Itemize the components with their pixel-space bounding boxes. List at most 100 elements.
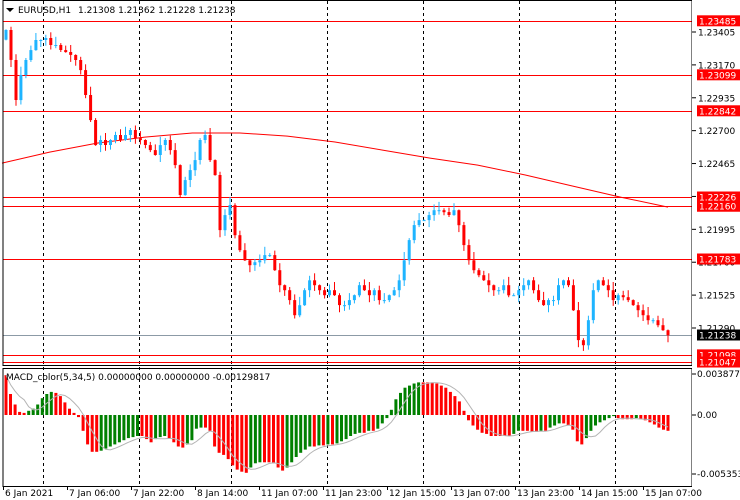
candle-body bbox=[148, 145, 152, 151]
candle-body bbox=[273, 255, 277, 271]
horizontal-levels[interactable] bbox=[3, 21, 692, 363]
candle-body bbox=[308, 280, 312, 291]
dropdown-triangle-icon[interactable] bbox=[6, 8, 14, 12]
macd-bar bbox=[607, 415, 611, 419]
candle-body bbox=[4, 30, 8, 40]
candle-body bbox=[616, 295, 620, 301]
candle-body bbox=[293, 300, 297, 316]
candle-body bbox=[606, 285, 610, 291]
macd-bar bbox=[453, 396, 457, 415]
candle-body bbox=[258, 260, 262, 263]
price-level-tag-label: 1.22842 bbox=[699, 107, 736, 117]
candle-body bbox=[303, 290, 307, 306]
price-level-tag-label: 1.21783 bbox=[699, 255, 736, 265]
macd-bar bbox=[317, 415, 321, 446]
time-tick-label: 11 Jan 23:00 bbox=[325, 489, 382, 499]
candle-body bbox=[128, 130, 132, 135]
candle-body bbox=[482, 275, 486, 281]
macd-tick-label: 0.0038777 bbox=[697, 370, 740, 380]
candle-body bbox=[178, 165, 182, 195]
macd-bar bbox=[544, 415, 548, 431]
macd-bar bbox=[321, 415, 325, 446]
macd-bar bbox=[299, 415, 303, 453]
candle-body bbox=[34, 40, 38, 51]
time-axis[interactable]: 6 Jan 2021 7 Jan 06:00 7 Jan 22:00 8 Jan 14… bbox=[3, 486, 703, 499]
macd-bar bbox=[557, 415, 561, 424]
candle-body bbox=[298, 305, 302, 316]
macd-bar bbox=[652, 415, 656, 425]
macd-title: MACD_color(5,34,5) 0.00000000 0.00000000… bbox=[6, 373, 270, 383]
candle-body bbox=[512, 295, 516, 297]
candle-body bbox=[586, 320, 590, 346]
price-tick-label: 1.22935 bbox=[698, 94, 735, 104]
macd-tick-label: -0.005353 bbox=[697, 470, 740, 480]
candle-body bbox=[158, 145, 162, 155]
macd-bar bbox=[204, 415, 207, 428]
price-axis[interactable]: 1.234051.231701.229351.227001.224651.222… bbox=[692, 0, 740, 500]
candle-body bbox=[69, 52, 73, 55]
macd-bar bbox=[294, 415, 298, 457]
macd-bar bbox=[525, 415, 529, 431]
macd-bar bbox=[512, 415, 516, 434]
candle-body bbox=[99, 140, 103, 145]
macd-bar bbox=[344, 415, 348, 440]
macd-bar bbox=[616, 415, 620, 419]
macd-bar bbox=[335, 415, 339, 444]
candle-body bbox=[457, 210, 461, 226]
macd-bar bbox=[95, 415, 99, 452]
candle-body bbox=[163, 140, 167, 145]
macd-bar bbox=[22, 412, 26, 415]
candle-body bbox=[198, 140, 202, 160]
candle-body bbox=[114, 135, 117, 140]
macd-bar bbox=[662, 415, 665, 430]
candle-body bbox=[54, 45, 58, 46]
candle-body bbox=[656, 320, 660, 326]
macd-bar bbox=[530, 415, 534, 432]
macd-bar bbox=[312, 415, 316, 447]
macd-bar bbox=[217, 415, 221, 453]
candle-body bbox=[412, 225, 416, 241]
time-tick-label: 12 Jan 15:00 bbox=[389, 489, 446, 499]
candle-body bbox=[397, 280, 401, 291]
candle-body bbox=[313, 280, 317, 286]
price-tick-label: 1.23405 bbox=[698, 29, 735, 39]
macd-bar bbox=[444, 387, 448, 415]
macd-bar bbox=[358, 415, 362, 433]
candle-body bbox=[133, 130, 137, 139]
macd-bar bbox=[126, 415, 130, 439]
macd-bar bbox=[176, 415, 180, 447]
macd-bar bbox=[86, 415, 90, 445]
candle-body bbox=[472, 260, 476, 271]
candle-body bbox=[352, 295, 356, 301]
candle-body bbox=[84, 70, 88, 95]
macd-bar bbox=[154, 415, 158, 440]
trading-chart[interactable]: 1.234051.231701.229351.227001.224651.222… bbox=[0, 0, 740, 500]
time-tick-label: 11 Jan 07:00 bbox=[261, 489, 318, 499]
candle-body bbox=[153, 150, 157, 155]
candle-body bbox=[427, 215, 431, 221]
candle-body bbox=[193, 160, 197, 171]
candle-body bbox=[89, 95, 93, 121]
candle-body bbox=[278, 270, 282, 286]
macd-bar bbox=[485, 415, 489, 434]
macd-tick-label: 0.00 bbox=[697, 411, 717, 421]
candle-body bbox=[14, 60, 18, 100]
macd-bar bbox=[421, 382, 425, 415]
candle-body bbox=[567, 280, 570, 286]
macd-bar bbox=[258, 415, 262, 463]
candle-body bbox=[64, 50, 68, 53]
candle-body bbox=[497, 290, 501, 292]
candle-body bbox=[238, 235, 242, 251]
macd-bar bbox=[507, 415, 511, 436]
macd-bar bbox=[303, 415, 307, 450]
macd-bar bbox=[489, 415, 493, 436]
candle-body bbox=[467, 245, 471, 261]
candle-body bbox=[477, 270, 481, 276]
macd-bar bbox=[276, 415, 280, 468]
candle-body bbox=[547, 300, 550, 306]
candle-body bbox=[218, 175, 222, 231]
candle-body bbox=[44, 38, 48, 40]
macd-bar bbox=[108, 415, 112, 447]
macd-bar bbox=[634, 415, 638, 419]
macd-bar bbox=[553, 415, 557, 426]
